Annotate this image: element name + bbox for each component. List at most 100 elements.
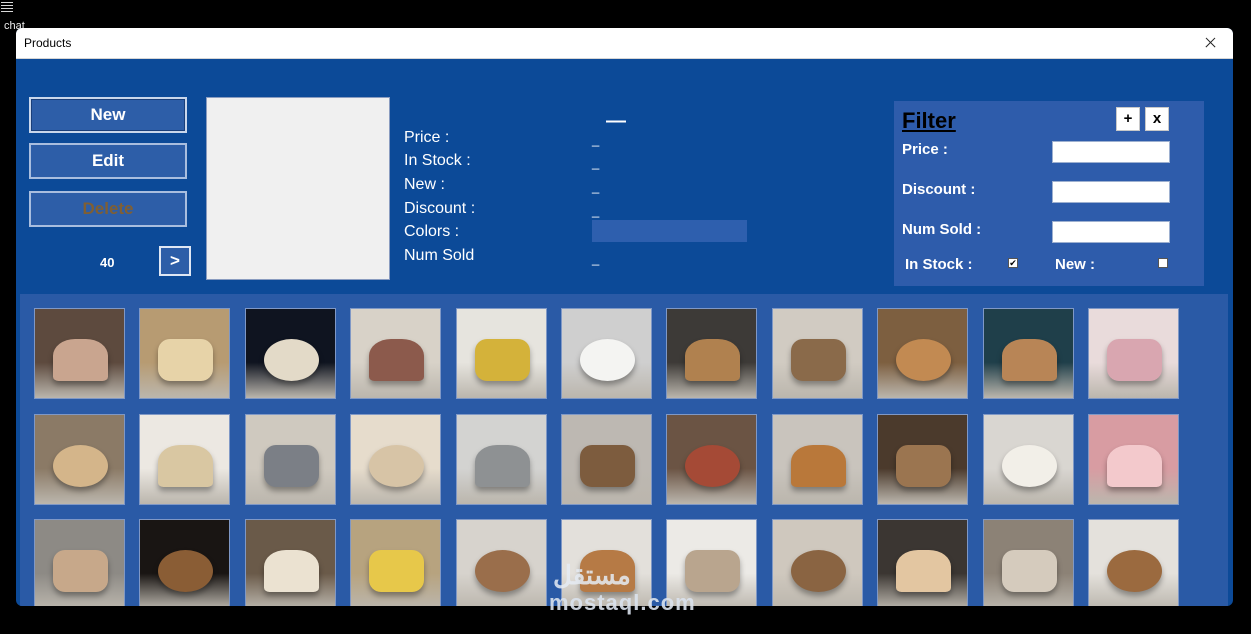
furniture-shape <box>263 550 319 592</box>
colors-swatch-area <box>592 220 747 242</box>
furniture-shape <box>1107 339 1162 381</box>
furniture-shape <box>685 444 741 487</box>
furniture-shape <box>896 444 952 487</box>
product-thumbnail-wavy-dresser[interactable] <box>771 413 863 505</box>
furniture-shape <box>474 444 530 487</box>
furniture-shape <box>158 444 214 487</box>
product-title-value: — <box>606 110 626 132</box>
furniture-shape <box>158 550 214 592</box>
filter-clear-button[interactable]: x <box>1145 107 1169 131</box>
product-thumbnail-dark-wood-sculpture[interactable] <box>139 519 231 606</box>
discount-value: _ <box>592 203 600 218</box>
furniture-shape <box>790 550 846 592</box>
product-thumbnail-living-room-grey[interactable] <box>244 413 336 505</box>
product-thumbnail-book-chest[interactable] <box>666 413 758 505</box>
record-counter: 40 <box>100 255 115 270</box>
product-thumbnail-driftwood-shelf[interactable] <box>771 519 863 606</box>
filter-new-label: New : <box>1055 256 1096 273</box>
furniture-shape <box>369 444 425 487</box>
price-label: Price : <box>404 129 450 146</box>
product-thumbnail-yellow-round-chair[interactable] <box>455 308 547 399</box>
new-button[interactable]: New <box>29 97 187 133</box>
filter-panel: Filter + x Price : Discount : Num Sold :… <box>894 101 1204 286</box>
furniture-shape <box>1001 339 1057 381</box>
furniture-shape <box>685 339 741 381</box>
new-label: New : <box>404 176 445 193</box>
product-thumbnail-wing-chair-dark[interactable] <box>244 308 336 399</box>
furniture-shape <box>369 550 425 592</box>
furniture-shape <box>53 550 108 592</box>
discount-label: Discount : <box>404 200 476 217</box>
title-bar: Products <box>16 28 1233 59</box>
furniture-shape <box>263 339 319 381</box>
product-thumbnail-white-console-led[interactable] <box>982 413 1074 505</box>
furniture-shape <box>474 550 530 592</box>
furniture-shape <box>369 339 425 381</box>
product-thumbnail-wood-wave-shelf[interactable] <box>877 308 969 399</box>
product-thumbnail-leaf-white-chair[interactable] <box>561 308 652 399</box>
watermark-arabic: مستقل <box>553 560 631 590</box>
product-thumbnail-oval-mirror-wood[interactable] <box>982 308 1074 399</box>
delete-button[interactable]: Delete <box>29 191 187 227</box>
filter-add-button[interactable]: + <box>1116 107 1140 131</box>
window-title: Products <box>24 36 72 50</box>
filter-title: Filter <box>902 108 956 133</box>
product-thumbnail-carved-armchair[interactable] <box>34 413 125 505</box>
product-thumbnail-white-gold-chaise[interactable] <box>139 413 231 505</box>
filter-new-checkbox[interactable] <box>1158 258 1168 268</box>
furniture-shape <box>1001 550 1057 592</box>
furniture-shape <box>263 444 319 487</box>
product-thumbnail-cream-sofa[interactable] <box>350 413 442 505</box>
new-value: _ <box>592 179 600 194</box>
product-thumbnail-vintage-armchair-lamp[interactable] <box>34 308 125 399</box>
furniture-shape <box>1107 444 1162 487</box>
watermark: mostaql.com <box>549 590 696 615</box>
product-thumbnail-baroque-gold-chairs[interactable] <box>139 308 231 399</box>
filter-discount-input[interactable] <box>1052 181 1170 203</box>
filter-discount-label: Discount : <box>902 181 976 198</box>
product-thumbnail-wood-lounge-chair[interactable] <box>561 413 652 505</box>
filter-in-stock-label: In Stock : <box>905 256 973 273</box>
in-stock-value: _ <box>592 155 600 170</box>
product-thumbnail-driftwood-chair[interactable] <box>34 519 125 606</box>
product-thumbnail-grey-wingback[interactable] <box>455 413 547 505</box>
filter-price-label: Price : <box>902 141 948 158</box>
furniture-shape <box>685 550 741 592</box>
furniture-shape <box>1001 444 1057 487</box>
furniture-shape <box>1107 550 1162 592</box>
filter-price-input[interactable] <box>1052 141 1170 163</box>
products-window: Products New Edit Delete 40 > — Price : … <box>16 28 1233 606</box>
product-thumbnail-gold-baroque-sofa[interactable] <box>244 519 336 606</box>
product-thumbnail-wood-coffee-table[interactable] <box>1088 519 1179 606</box>
furniture-shape <box>53 444 108 487</box>
furniture-shape <box>474 339 530 381</box>
product-thumbnail-floor-lamp[interactable] <box>877 519 969 606</box>
form-body: New Edit Delete 40 > — Price : _ In Stoc… <box>16 58 1233 606</box>
filter-num-sold-input[interactable] <box>1052 221 1170 243</box>
product-thumbnail-shell-wood-chair[interactable] <box>455 519 547 606</box>
filter-in-stock-checkbox[interactable]: ✔ <box>1008 258 1018 268</box>
furniture-shape <box>580 444 635 487</box>
edit-button[interactable]: Edit <box>29 143 187 179</box>
furniture-shape <box>896 339 952 381</box>
product-thumbnail-yellow-boat-chair[interactable] <box>350 519 442 606</box>
product-thumbnail-butterfly-swing[interactable] <box>1088 308 1179 399</box>
furniture-shape <box>158 339 214 381</box>
furniture-shape <box>580 339 635 381</box>
product-thumbnail-modern-lounge[interactable] <box>982 519 1074 606</box>
next-button[interactable]: > <box>159 246 191 276</box>
product-thumbnail-twisted-shelf[interactable] <box>771 308 863 399</box>
product-thumbnail-tree-bookshelf[interactable] <box>877 413 969 505</box>
colors-label: Colors : <box>404 223 460 240</box>
in-stock-label: In Stock : <box>404 152 471 169</box>
furniture-shape <box>790 444 846 487</box>
product-image-preview <box>206 97 390 280</box>
product-thumbnail-pink-sofa-room[interactable] <box>350 308 442 399</box>
product-thumbnail-wave-tv-console[interactable] <box>666 308 758 399</box>
furniture-shape <box>790 339 846 381</box>
price-value: _ <box>592 132 600 147</box>
filter-num-sold-label: Num Sold : <box>902 221 982 238</box>
desktop-chat-icon[interactable] <box>0 0 16 14</box>
close-icon[interactable] <box>1187 28 1233 58</box>
product-thumbnail-pink-tree-room[interactable] <box>1088 413 1179 505</box>
